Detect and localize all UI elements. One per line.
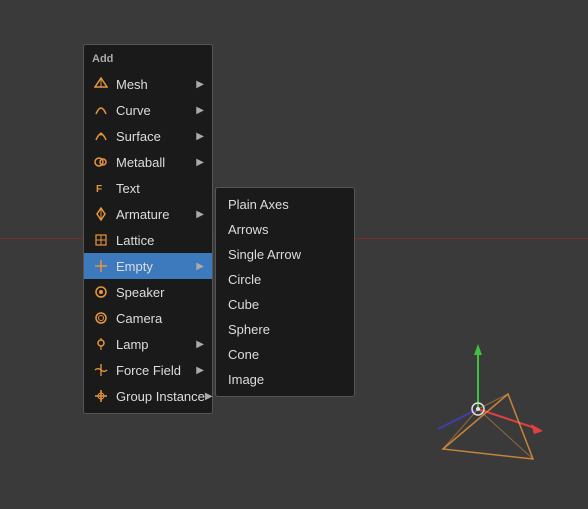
camera-icon: [92, 309, 110, 327]
menu-item-text[interactable]: F Text: [84, 175, 212, 201]
submenu-item-image[interactable]: Image: [216, 367, 354, 392]
submenu-item-cube[interactable]: Cube: [216, 292, 354, 317]
curve-arrow: ▶: [196, 105, 204, 116]
metaball-label: Metaball: [116, 155, 165, 170]
forcefield-icon: [92, 361, 110, 379]
forcefield-arrow: ▶: [196, 365, 204, 376]
lamp-arrow: ▶: [196, 339, 204, 350]
empty-label: Empty: [116, 259, 153, 274]
speaker-icon: [92, 283, 110, 301]
mesh-arrow: ▶: [196, 79, 204, 90]
submenu-item-circle[interactable]: Circle: [216, 267, 354, 292]
forcefield-label: Force Field: [116, 363, 181, 378]
lamp-label: Lamp: [116, 337, 149, 352]
menu-item-camera[interactable]: Camera: [84, 305, 212, 331]
sphere-label: Sphere: [228, 322, 270, 337]
surface-arrow: ▶: [196, 131, 204, 142]
empty-icon: [92, 257, 110, 275]
lattice-label: Lattice: [116, 233, 154, 248]
submenu-item-cone[interactable]: Cone: [216, 342, 354, 367]
3d-object: [388, 319, 568, 479]
metaball-arrow: ▶: [196, 157, 204, 168]
mesh-label: Mesh: [116, 77, 148, 92]
menu-item-armature[interactable]: Armature ▶: [84, 201, 212, 227]
submenu-item-single-arrow[interactable]: Single Arrow: [216, 242, 354, 267]
plain-axes-label: Plain Axes: [228, 197, 289, 212]
surface-icon: [92, 127, 110, 145]
submenu-item-plain-axes[interactable]: Plain Axes: [216, 192, 354, 217]
text-icon: F: [92, 179, 110, 197]
menu-item-mesh[interactable]: Mesh ▶: [84, 71, 212, 97]
groupinstance-arrow: ▶: [205, 391, 213, 402]
menu-item-lattice[interactable]: Lattice: [84, 227, 212, 253]
surface-label: Surface: [116, 129, 161, 144]
empty-submenu: Plain Axes Arrows Single Arrow Circle Cu…: [215, 187, 355, 397]
curve-label: Curve: [116, 103, 151, 118]
armature-label: Armature: [116, 207, 169, 222]
circle-label: Circle: [228, 272, 261, 287]
lamp-icon: [92, 335, 110, 353]
groupinstance-icon: [92, 387, 110, 405]
camera-label: Camera: [116, 311, 162, 326]
cube-label: Cube: [228, 297, 259, 312]
submenu-item-arrows[interactable]: Arrows: [216, 217, 354, 242]
menu-item-metaball[interactable]: Metaball ▶: [84, 149, 212, 175]
speaker-label: Speaker: [116, 285, 164, 300]
svg-text:F: F: [96, 184, 102, 195]
metaball-icon: [92, 153, 110, 171]
arrows-label: Arrows: [228, 222, 268, 237]
cone-label: Cone: [228, 347, 259, 362]
armature-icon: [92, 205, 110, 223]
menu-item-groupinstance[interactable]: Group Instance ▶: [84, 383, 212, 409]
submenu-item-sphere[interactable]: Sphere: [216, 317, 354, 342]
mesh-icon: [92, 75, 110, 93]
menu-title: Add: [84, 49, 212, 71]
menu-item-lamp[interactable]: Lamp ▶: [84, 331, 212, 357]
menu-item-forcefield[interactable]: Force Field ▶: [84, 357, 212, 383]
menu-item-curve[interactable]: Curve ▶: [84, 97, 212, 123]
groupinstance-label: Group Instance: [116, 389, 205, 404]
menu-item-surface[interactable]: Surface ▶: [84, 123, 212, 149]
image-label: Image: [228, 372, 264, 387]
armature-arrow: ▶: [196, 209, 204, 220]
add-menu: Add Mesh ▶ Curve ▶: [83, 44, 213, 414]
add-menu-container: Add Mesh ▶ Curve ▶: [83, 44, 355, 414]
lattice-icon: [92, 231, 110, 249]
menu-item-empty[interactable]: Empty ▶: [84, 253, 212, 279]
text-label: Text: [116, 181, 140, 196]
curve-icon: [92, 101, 110, 119]
empty-arrow: ▶: [196, 261, 204, 272]
menu-item-speaker[interactable]: Speaker: [84, 279, 212, 305]
single-arrow-label: Single Arrow: [228, 247, 301, 262]
